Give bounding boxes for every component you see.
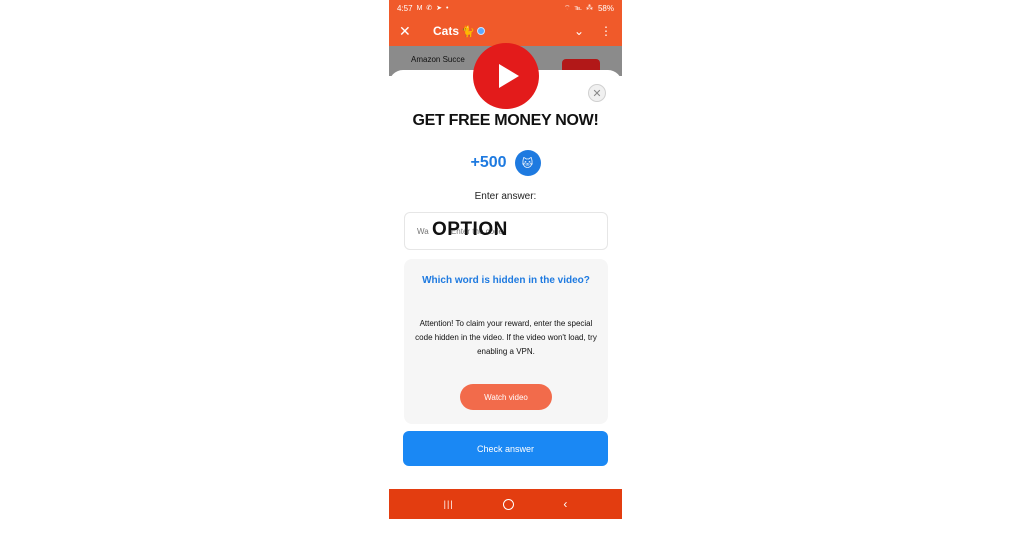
reward-row: +500 🐱 — [389, 150, 622, 176]
app-header: ✕ Cats 🐈 ⌄ ⋮ — [389, 16, 622, 46]
notification-icons: M ✆ ➤ • — [416, 5, 450, 12]
status-bar: 4:57 M ✆ ➤ • ⌔ ℡ ⁂ 58% — [389, 0, 622, 16]
back-icon[interactable]: ‹ — [563, 497, 567, 511]
verified-icon — [476, 27, 485, 35]
cat-coin-icon: 🐱 — [514, 150, 541, 176]
modal-headline: GET FREE MONEY NOW! — [412, 112, 599, 129]
hidden-word-question: Which word is hidden in the video? — [422, 275, 590, 286]
status-time: 4:57 — [397, 3, 413, 13]
reward-amount: +500 — [470, 154, 507, 171]
play-icon — [498, 64, 519, 88]
battery-level: 58% — [597, 3, 614, 13]
recents-icon[interactable]: ||| — [444, 499, 454, 509]
chat-preview-text: Amazon Succe — [411, 55, 465, 64]
signal-icons: ⌔ ℡ ⁂ — [563, 4, 594, 12]
phone-screen: 4:57 M ✆ ➤ • ⌔ ℡ ⁂ 58% ✕ Cats 🐈 ⌄ ⋮ Amaz… — [389, 0, 622, 519]
cat-emoji-icon: 🐈 — [461, 25, 475, 38]
chevron-down-icon[interactable]: ⌄ — [574, 24, 584, 38]
home-icon[interactable] — [503, 498, 514, 510]
answer-input[interactable] — [404, 212, 608, 250]
modal-close-button[interactable]: ✕ — [588, 84, 606, 102]
answer-label: Enter answer: — [474, 191, 537, 202]
navigation-bar: ||| ‹ — [389, 489, 622, 519]
check-answer-button[interactable]: Check answer — [403, 431, 608, 466]
instructions-text: Attention! To claim your reward, enter t… — [415, 319, 597, 356]
more-icon[interactable]: ⋮ — [600, 24, 612, 38]
youtube-logo-icon — [473, 43, 539, 109]
chat-title[interactable]: Cats — [433, 24, 459, 38]
watch-video-button[interactable]: Watch video — [460, 384, 552, 410]
info-card: Which word is hidden in the video? Atten… — [404, 259, 608, 424]
close-icon[interactable]: ✕ — [399, 23, 419, 40]
